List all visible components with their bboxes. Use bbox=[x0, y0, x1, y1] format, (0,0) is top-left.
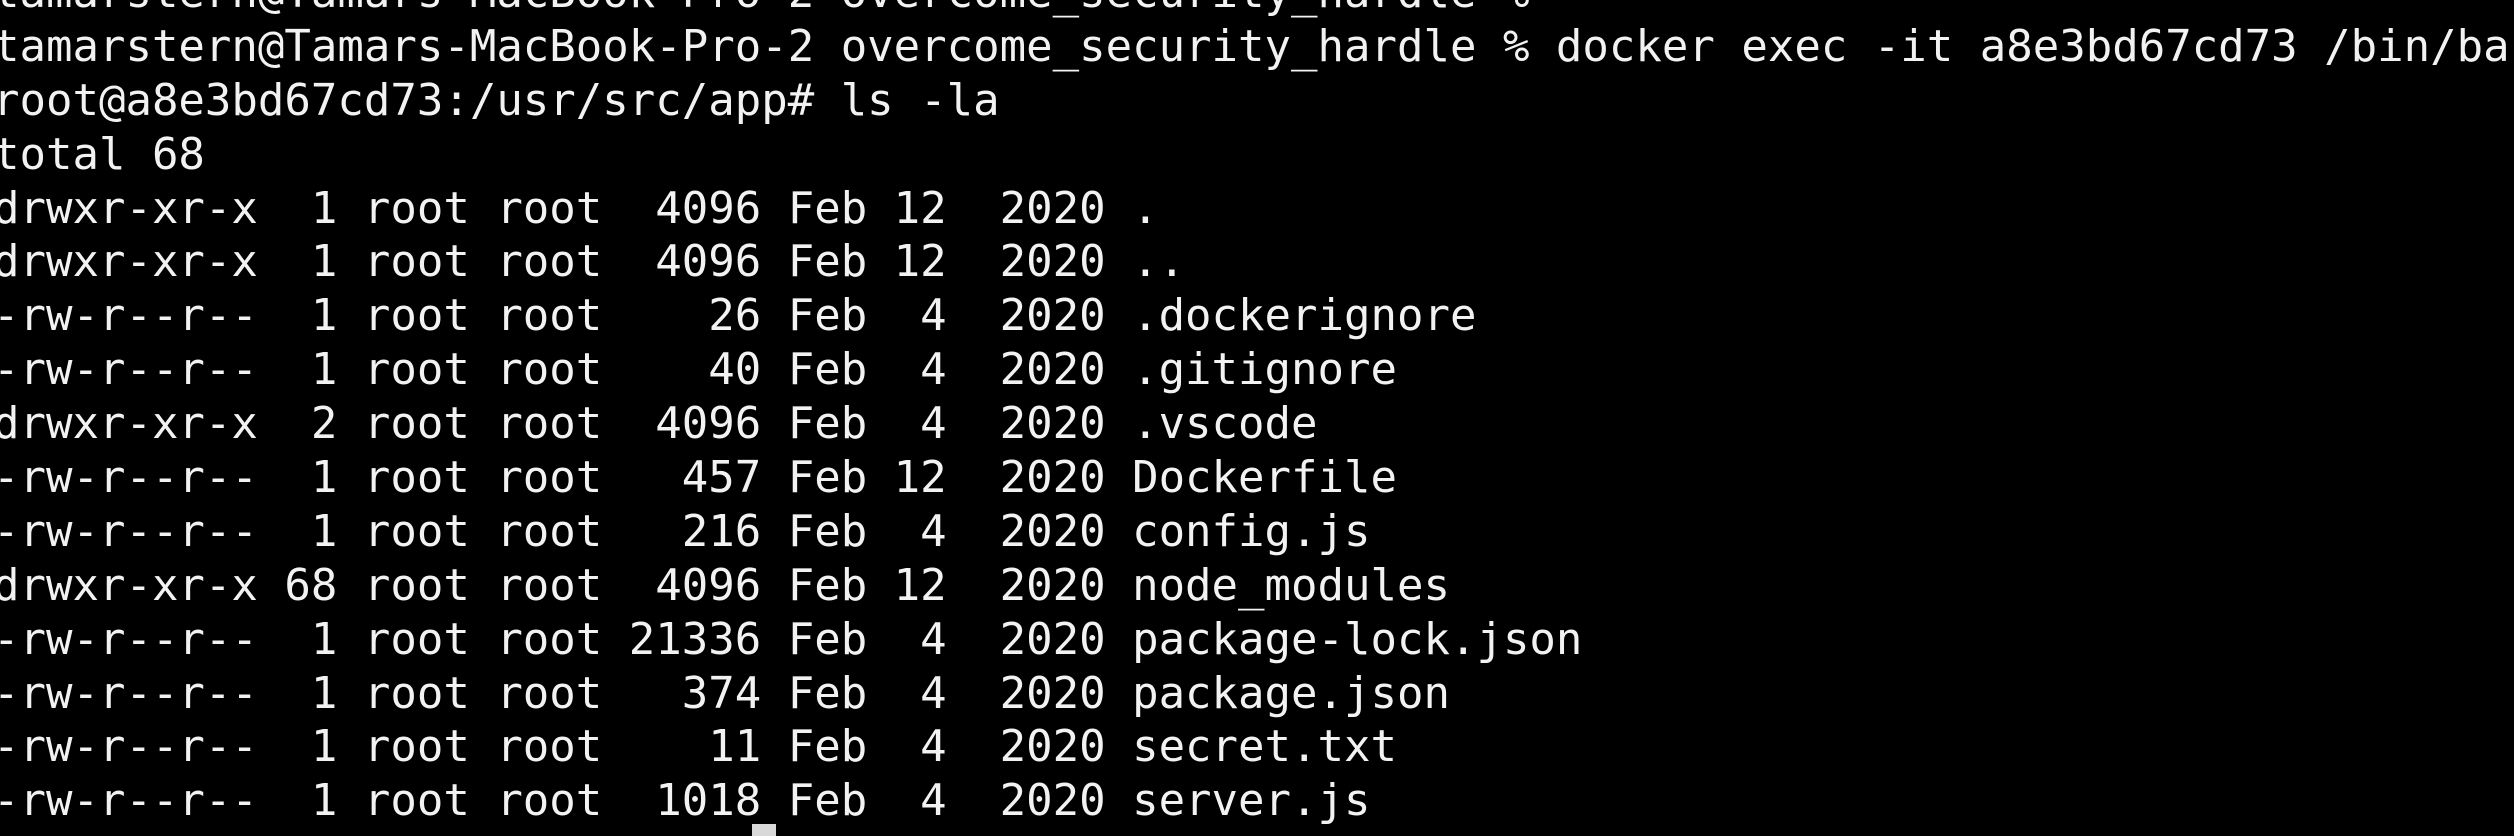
file-listing-row: drwxr-xr-x 68 root root 4096 Feb 12 2020… bbox=[0, 559, 1450, 611]
file-listing-row: -rw-r--r-- 1 root root 216 Feb 4 2020 co… bbox=[0, 505, 1371, 557]
terminal-cursor bbox=[752, 824, 776, 836]
file-listing-row: drwxr-xr-x 1 root root 4096 Feb 12 2020 … bbox=[0, 236, 1186, 288]
terminal-line-docker-exec-command: tamarstern@Tamars-MacBook-Pro-2 overcome… bbox=[0, 20, 2514, 72]
file-listing-row: -rw-r--r-- 1 root root 1018 Feb 4 2020 s… bbox=[0, 775, 1371, 827]
terminal-line-ls-command: root@a8e3bd67cd73:/usr/src/app# ls -la bbox=[0, 74, 1000, 126]
file-listing-row: -rw-r--r-- 1 root root 374 Feb 4 2020 pa… bbox=[0, 667, 1450, 719]
file-listing-row: drwxr-xr-x 2 root root 4096 Feb 4 2020 .… bbox=[0, 398, 1318, 450]
file-listing-row: -rw-r--r-- 1 root root 11 Feb 4 2020 sec… bbox=[0, 721, 1397, 773]
terminal-line-total: total 68 bbox=[0, 128, 205, 180]
file-listing-row: drwxr-xr-x 1 root root 4096 Feb 12 2020 … bbox=[0, 182, 1159, 234]
file-listing-row: -rw-r--r-- 1 root root 40 Feb 4 2020 .gi… bbox=[0, 344, 1397, 396]
file-listing-row: -rw-r--r-- 1 root root 457 Feb 12 2020 D… bbox=[0, 452, 1397, 504]
terminal-output[interactable]: tamarstern@Tamars-MacBook-Pro-2 overcome… bbox=[0, 0, 2514, 836]
file-listing-row: -rw-r--r-- 1 root root 26 Feb 4 2020 .do… bbox=[0, 290, 1477, 342]
file-listing-row: -rw-r--r-- 1 root root 21336 Feb 4 2020 … bbox=[0, 613, 1583, 665]
terminal-line-previous-prompt: tamarstern@Tamars-MacBook-Pro-2 overcome… bbox=[0, 0, 2514, 20]
